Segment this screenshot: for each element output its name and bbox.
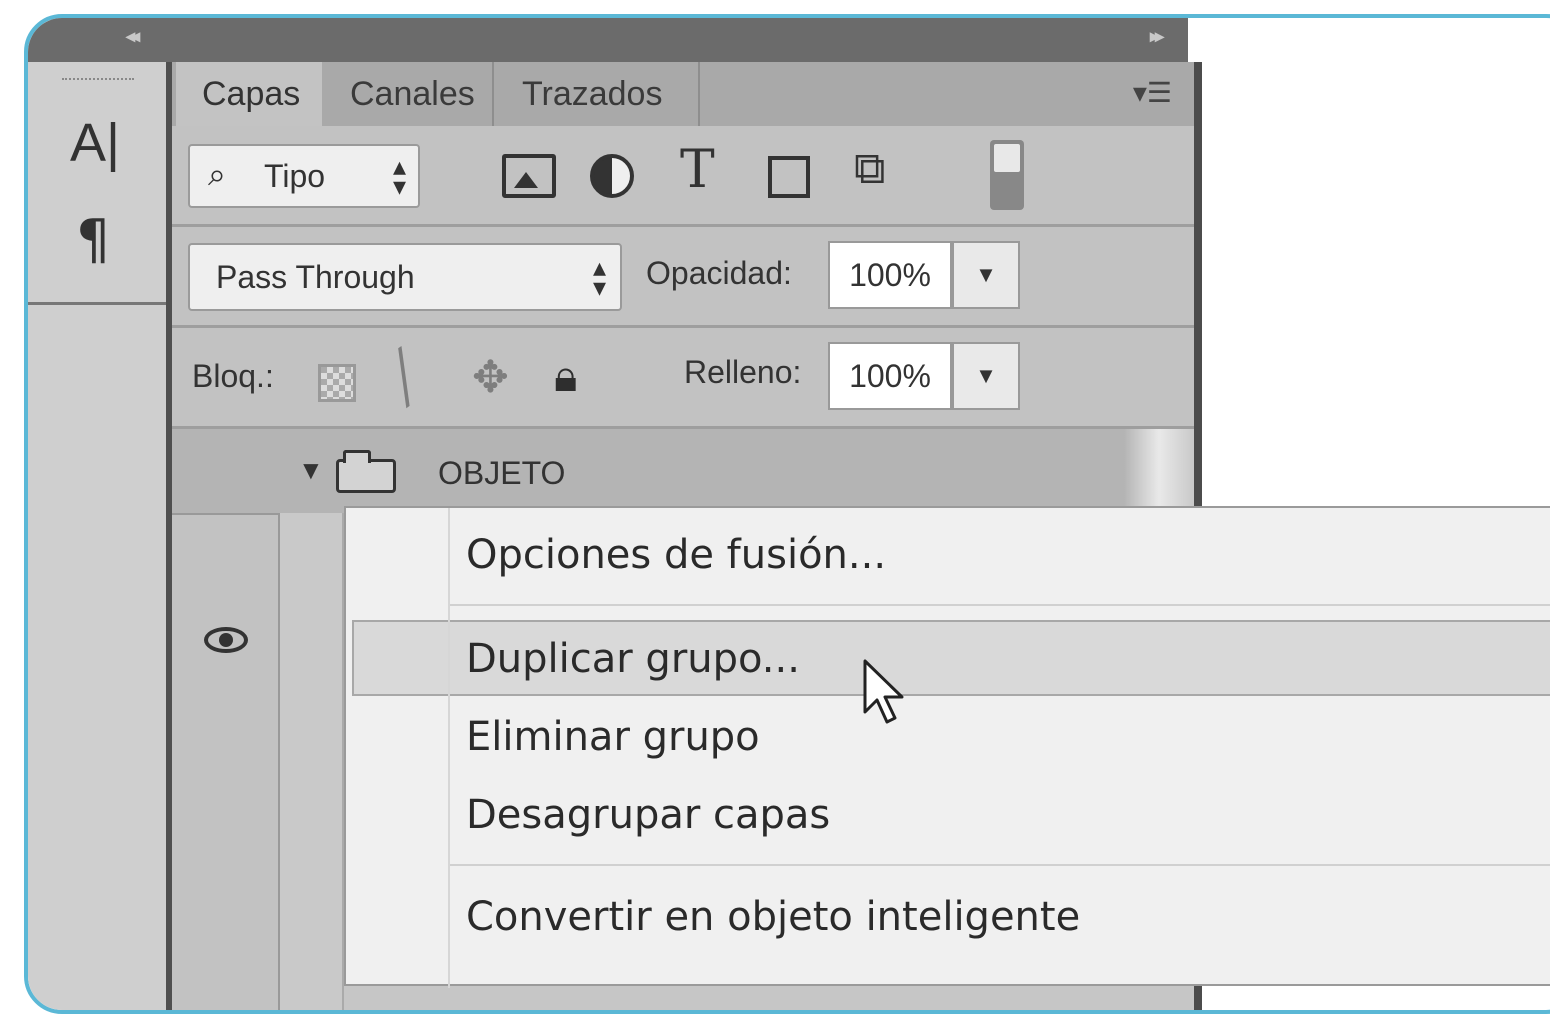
updown-icon: ▴ ▾ — [392, 151, 406, 201]
shape-filter-icon[interactable] — [768, 156, 810, 198]
tab-canales[interactable]: Canales — [324, 62, 494, 126]
layer-group-row[interactable]: ▼ OBJETO — [172, 429, 1194, 515]
fill-label: Relleno: — [684, 354, 802, 390]
lock-transparent-icon[interactable] — [318, 364, 356, 402]
menu-separator — [450, 604, 1550, 606]
type-filter-icon[interactable]: T — [680, 140, 715, 200]
lock-row: Bloq.: ╱ ✥ 🔒︎ Relleno: 100% ▼ — [172, 328, 1194, 429]
opacity-label: Opacidad: — [646, 255, 792, 291]
menu-separator — [450, 864, 1550, 866]
tab-trazados[interactable]: Trazados — [496, 62, 700, 126]
menu-item-blending-options[interactable]: Opciones de fusión... — [466, 532, 886, 578]
tab-capas[interactable]: Capas — [176, 62, 322, 126]
row-fade — [1124, 429, 1194, 513]
collapse-left-icon[interactable]: ◂◂ — [126, 26, 140, 47]
adjustment-filter-icon[interactable] — [590, 154, 634, 198]
lock-all-icon[interactable]: 🔒︎ — [554, 352, 577, 402]
blend-row: Pass Through ▴ ▾ Opacidad: 100% ▼ — [172, 227, 1194, 328]
divider — [28, 302, 166, 305]
context-menu: Opciones de fusión... Duplicar grupo... … — [344, 506, 1550, 988]
search-icon: ⌕ — [208, 156, 226, 192]
character-icon[interactable]: A| — [70, 112, 120, 174]
fill-dropdown-button[interactable]: ▼ — [952, 342, 1020, 410]
updown-icon: ▴ ▾ — [592, 252, 606, 302]
image-filter-icon[interactable] — [502, 154, 556, 198]
collapse-right-icon[interactable]: ▸▸ — [1150, 26, 1164, 47]
opacity-input[interactable]: 100% — [828, 241, 952, 309]
tool-strip: A| ¶ — [28, 62, 172, 1010]
group-indent — [280, 513, 344, 1010]
smart-object-filter-icon[interactable]: ⧉ — [854, 144, 885, 194]
menu-item-ungroup-layers[interactable]: Desagrupar capas — [466, 792, 830, 838]
folder-icon — [336, 450, 396, 493]
menu-gutter — [448, 508, 450, 988]
grip-handle[interactable] — [62, 78, 134, 83]
paragraph-icon[interactable]: ¶ — [76, 208, 110, 271]
panel-menu-icon[interactable]: ▾☰ — [1133, 76, 1172, 109]
panel-title-bar: ◂◂ ▸▸ — [28, 18, 1188, 62]
opacity-dropdown-button[interactable]: ▼ — [952, 241, 1020, 309]
menu-item-delete-group[interactable]: Eliminar grupo — [466, 714, 760, 760]
layer-group-name: OBJETO — [438, 455, 566, 491]
expand-triangle-icon[interactable]: ▼ — [298, 455, 324, 486]
filter-row: ⌕ Tipo ▴ ▾ T ⧉ — [172, 126, 1194, 227]
fill-input[interactable]: 100% — [828, 342, 952, 410]
panel-tabs: Capas Canales Trazados ▾☰ — [172, 62, 1194, 126]
mouse-cursor-icon — [863, 659, 904, 724]
lock-brush-icon[interactable]: ╱ — [377, 347, 431, 407]
blend-mode-select[interactable]: Pass Through ▴ ▾ — [188, 243, 622, 311]
filter-select[interactable]: ⌕ Tipo ▴ ▾ — [188, 144, 420, 208]
lock-position-icon[interactable]: ✥ — [472, 352, 509, 403]
menu-item-duplicate-group[interactable]: Duplicar grupo... — [466, 636, 800, 682]
eye-icon[interactable] — [204, 627, 248, 653]
lock-label: Bloq.: — [192, 358, 274, 394]
filter-toggle[interactable] — [990, 140, 1024, 210]
menu-item-convert-smart-object[interactable]: Convertir en objeto inteligente — [466, 894, 1080, 940]
blend-mode-value: Pass Through — [216, 259, 415, 295]
visibility-column — [172, 429, 280, 1010]
filter-label: Tipo — [264, 158, 326, 194]
